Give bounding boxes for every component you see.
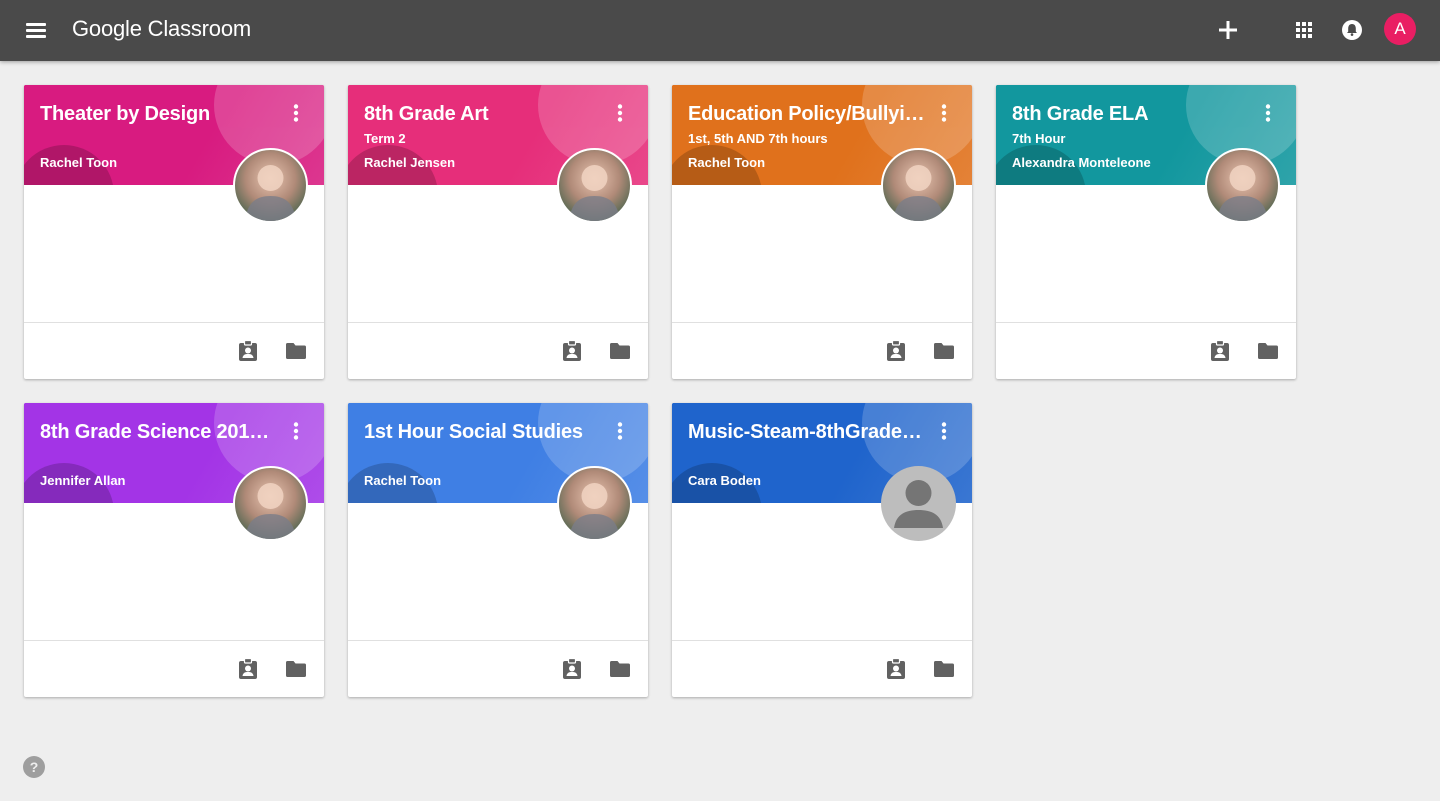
class-options-button[interactable]: [608, 419, 632, 443]
card-divider: [672, 640, 972, 641]
more-vert-icon: [293, 422, 299, 440]
class-card[interactable]: Theater by Design Rachel Toon: [24, 85, 324, 379]
plus-icon: [1219, 21, 1237, 39]
open-classwork-button[interactable]: [882, 337, 910, 365]
account-avatar-button[interactable]: A: [1384, 13, 1416, 45]
class-title-link[interactable]: Education Policy/Bullyin...: [688, 103, 928, 126]
teacher-profile-photo: [233, 466, 308, 541]
main-menu-button[interactable]: [20, 14, 52, 46]
more-vert-icon: [617, 422, 623, 440]
class-options-button[interactable]: [284, 101, 308, 125]
class-teacher-name: Alexandra Monteleone: [1012, 155, 1151, 170]
google-apps-button[interactable]: [1288, 14, 1320, 46]
class-teacher-name: Rachel Jensen: [364, 155, 456, 170]
class-section: 7th Hour: [1012, 131, 1066, 146]
open-class-drive-folder-button[interactable]: [1254, 337, 1282, 365]
class-card[interactable]: 1st Hour Social Studies Rachel Toon: [348, 403, 648, 697]
open-class-drive-folder-button[interactable]: [282, 655, 310, 683]
card-divider: [348, 640, 648, 641]
open-classwork-button[interactable]: [234, 337, 262, 365]
more-vert-icon: [293, 104, 299, 122]
folder-icon: [1258, 343, 1278, 359]
folder-icon: [610, 661, 630, 677]
class-options-button[interactable]: [608, 101, 632, 125]
more-vert-icon: [1265, 104, 1271, 122]
card-divider: [348, 322, 648, 323]
open-class-drive-folder-button[interactable]: [930, 337, 958, 365]
teacher-profile-photo: [557, 148, 632, 223]
folder-icon: [934, 661, 954, 677]
class-card[interactable]: 8th Grade ELA 7th Hour Alexandra Monteleon…: [996, 85, 1296, 379]
open-class-drive-folder-button[interactable]: [930, 655, 958, 683]
class-card[interactable]: 8th Grade Science 2018-... Jennifer Allan: [24, 403, 324, 697]
person-photo-icon: [569, 483, 620, 539]
open-class-drive-folder-button[interactable]: [606, 337, 634, 365]
class-title-link[interactable]: Music-Steam-8thGradeB...: [688, 421, 928, 444]
class-card[interactable]: Education Policy/Bullyin... 1st, 5th AND …: [672, 85, 972, 379]
more-vert-icon: [941, 422, 947, 440]
folder-icon: [286, 661, 306, 677]
teacher-profile-photo: [881, 466, 956, 541]
more-vert-icon: [941, 104, 947, 122]
class-title-link[interactable]: 8th Grade Art: [364, 103, 604, 126]
class-options-button[interactable]: [1256, 101, 1280, 125]
create-or-join-class-button[interactable]: [1212, 14, 1244, 46]
teacher-profile-photo: [233, 148, 308, 223]
top-app-bar: Google Classroom A: [0, 0, 1440, 61]
apps-grid-icon: [1296, 22, 1312, 38]
open-classwork-button[interactable]: [558, 655, 586, 683]
open-class-drive-folder-button[interactable]: [282, 337, 310, 365]
person-photo-icon: [245, 165, 296, 221]
open-classwork-button[interactable]: [1206, 337, 1234, 365]
class-options-button[interactable]: [932, 101, 956, 125]
assignment-icon: [887, 658, 905, 679]
class-teacher-name: Rachel Toon: [364, 473, 442, 488]
assignment-icon: [239, 658, 257, 679]
open-classwork-button[interactable]: [882, 655, 910, 683]
class-teacher-name: Rachel Toon: [688, 155, 766, 170]
class-teacher-name: Jennifer Allan: [40, 473, 126, 488]
class-title-link[interactable]: Theater by Design: [40, 103, 280, 126]
card-divider: [24, 640, 324, 641]
app-brand[interactable]: Google Classroom: [72, 16, 251, 42]
assignment-icon: [563, 340, 581, 361]
notifications-icon: [1342, 20, 1362, 40]
class-card[interactable]: Music-Steam-8thGradeB... Cara Boden: [672, 403, 972, 697]
open-classwork-button[interactable]: [234, 655, 262, 683]
class-title-link[interactable]: 8th Grade ELA: [1012, 103, 1252, 126]
class-title-link[interactable]: 8th Grade Science 2018-...: [40, 421, 280, 444]
card-divider: [672, 322, 972, 323]
default-avatar-icon: [894, 480, 943, 528]
open-class-drive-folder-button[interactable]: [606, 655, 634, 683]
class-section: Term 2: [364, 131, 406, 146]
class-options-button[interactable]: [932, 419, 956, 443]
teacher-profile-photo: [1205, 148, 1280, 223]
card-divider: [24, 322, 324, 323]
folder-icon: [610, 343, 630, 359]
person-photo-icon: [245, 483, 296, 539]
folder-icon: [934, 343, 954, 359]
class-teacher-name: Cara Boden: [688, 473, 761, 488]
class-teacher-name: Rachel Toon: [40, 155, 118, 170]
assignment-icon: [563, 658, 581, 679]
class-options-button[interactable]: [284, 419, 308, 443]
folder-icon: [286, 343, 306, 359]
class-title-link[interactable]: 1st Hour Social Studies: [364, 421, 604, 444]
person-photo-icon: [569, 165, 620, 221]
class-section: 1st, 5th AND 7th hours: [688, 131, 828, 146]
teacher-profile-photo: [881, 148, 956, 223]
person-photo-icon: [893, 165, 944, 221]
class-card[interactable]: 8th Grade Art Term 2 Rachel Jensen: [348, 85, 648, 379]
notifications-button[interactable]: [1336, 14, 1368, 46]
help-button[interactable]: ?: [23, 756, 45, 778]
more-vert-icon: [617, 104, 623, 122]
assignment-icon: [1211, 340, 1229, 361]
open-classwork-button[interactable]: [558, 337, 586, 365]
teacher-profile-photo: [557, 466, 632, 541]
assignment-icon: [239, 340, 257, 361]
card-divider: [996, 322, 1296, 323]
person-photo-icon: [1217, 165, 1268, 221]
assignment-icon: [887, 340, 905, 361]
